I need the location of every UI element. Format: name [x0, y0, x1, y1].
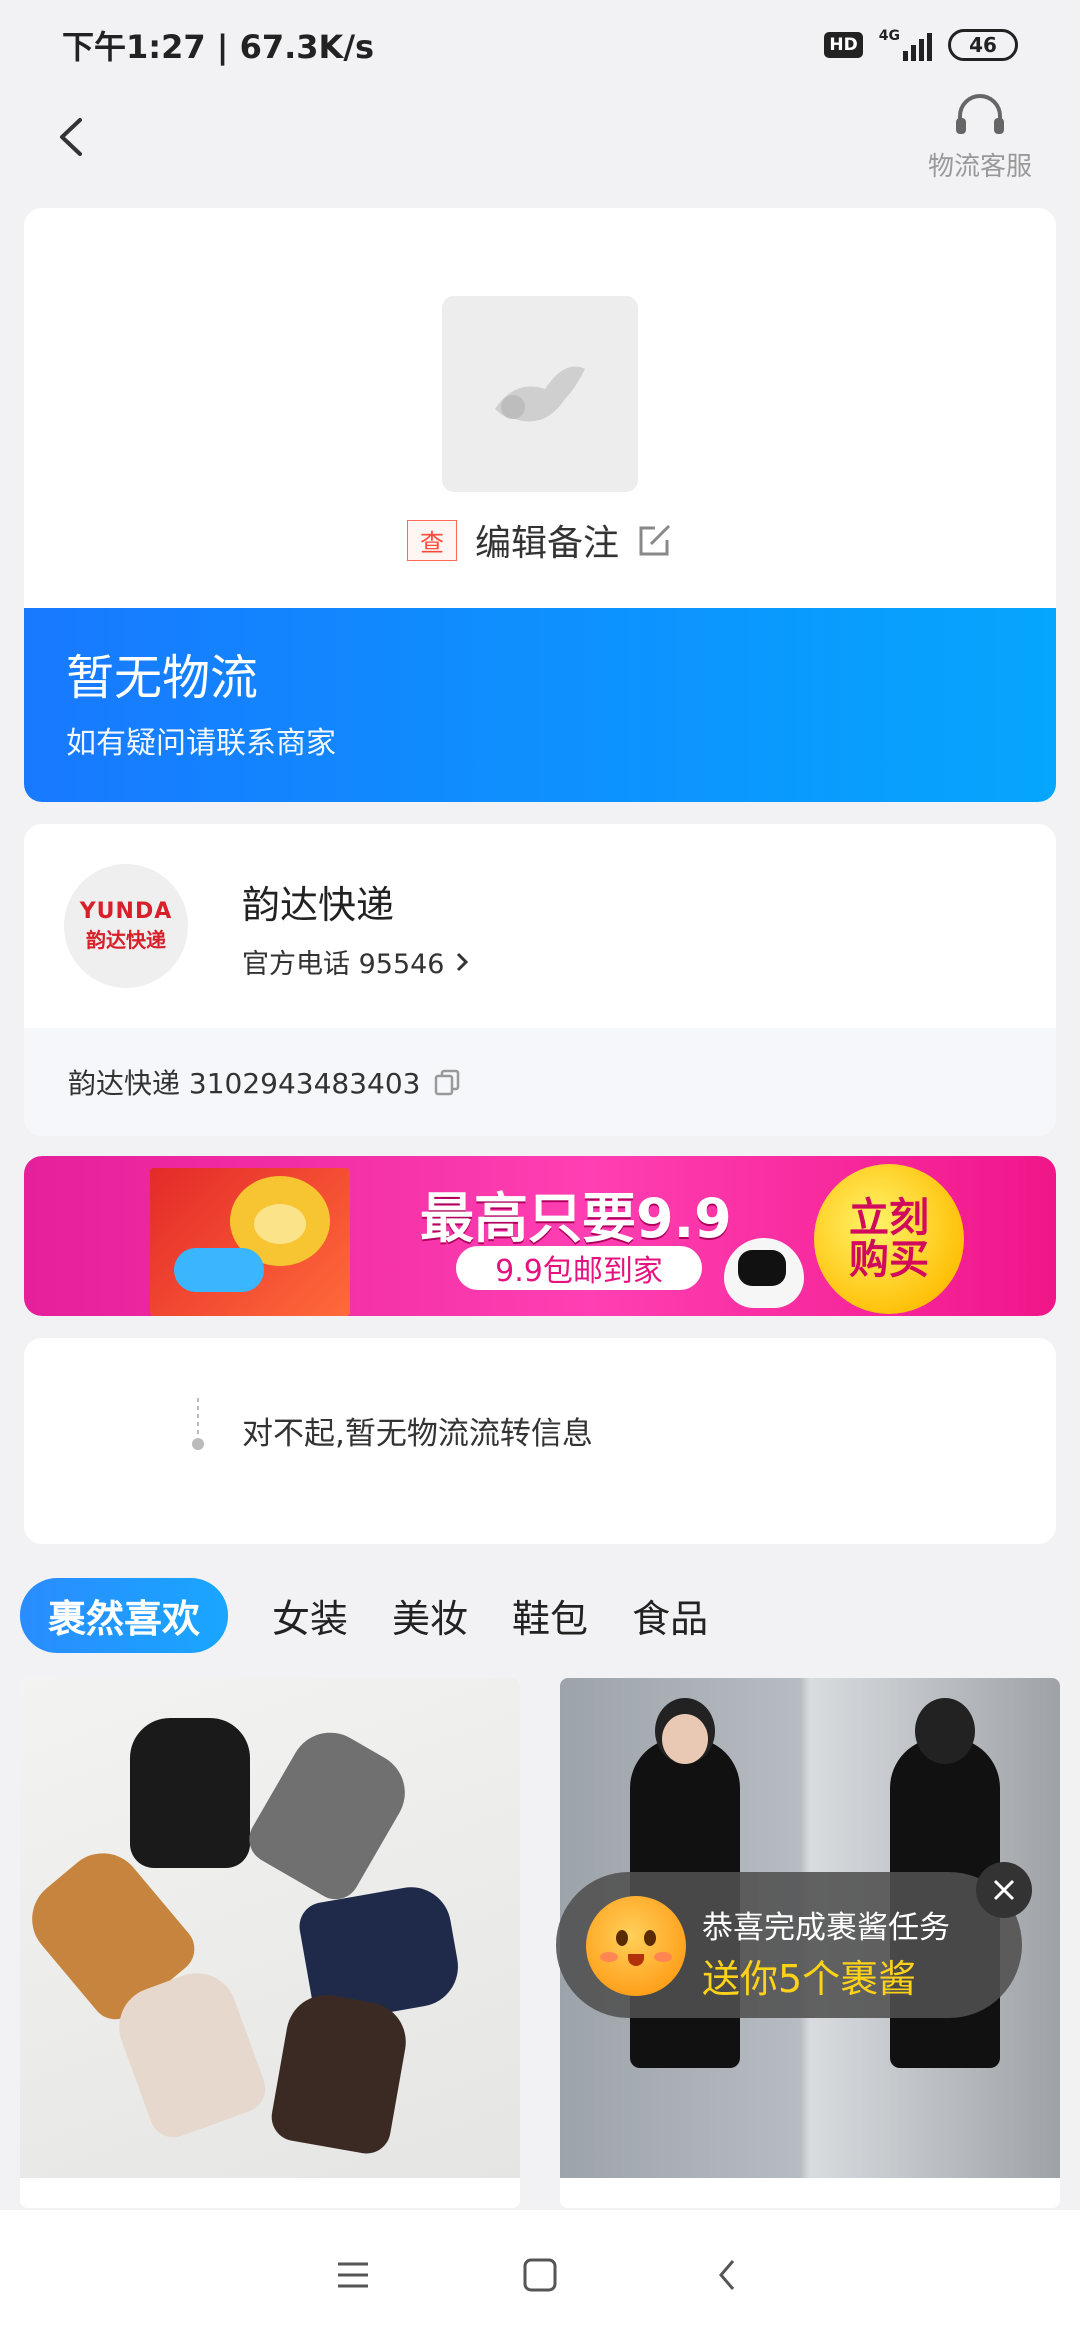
smiley-eye [616, 1930, 628, 1946]
home-button[interactable] [510, 2245, 570, 2305]
timeline-dot-icon [192, 1398, 204, 1450]
back-icon [718, 2260, 734, 2290]
promo-mascot [724, 1238, 804, 1308]
logistics-status-banner: 暂无物流 如有疑问请联系商家 [24, 608, 1056, 802]
header: 物流客服 [0, 90, 1080, 200]
courier-logo: YUNDA 韵达快递 [64, 864, 188, 988]
copy-icon[interactable] [433, 1068, 461, 1096]
menu-button[interactable] [323, 2245, 383, 2305]
promo-buy-label: 立刻购买 [849, 1195, 929, 1283]
back-button[interactable] [48, 112, 98, 162]
logistics-status-subtitle: 如有疑问请联系商家 [66, 725, 336, 761]
menu-icon [338, 2262, 369, 2288]
boot-brown [267, 1988, 413, 2158]
courier-name: 韵达快递 [242, 883, 395, 927]
smiley-mouth [628, 1954, 644, 1966]
promo-subtitle-pill: 9.9包邮到家 [456, 1246, 702, 1290]
toast-close-button[interactable] [976, 1862, 1032, 1918]
category-tabs: 裹然喜欢 女装 美妆 鞋包 食品 [20, 1577, 708, 1653]
promo-headline: 最高只要9.9 [420, 1187, 732, 1250]
signal-bar [903, 51, 908, 61]
placeholder-bird-icon [495, 366, 585, 422]
model-face [662, 1714, 708, 1764]
signal-bar [927, 33, 932, 61]
signal-bar [919, 39, 924, 61]
edit-icon[interactable] [637, 522, 673, 558]
tracking-number-row: 韵达快递 3102943483403 [24, 1028, 1056, 1136]
courier-logo-cn: 韵达快递 [86, 928, 166, 952]
back-nav-button[interactable] [697, 2245, 757, 2305]
tracking-empty-message: 对不起,暂无物流流转信息 [242, 1416, 593, 1452]
product-image-boots [20, 1678, 520, 2178]
toast-reward: 送你5个裹酱 [702, 1957, 917, 2001]
tracking-info-card: 对不起,暂无物流流转信息 [24, 1338, 1056, 1544]
chevron-left-icon [60, 118, 82, 156]
check-tag: 查 [406, 519, 457, 561]
edit-note-label: 编辑备注 [474, 523, 619, 564]
promo-qq-logo [174, 1248, 264, 1292]
courier-logo-text: YUNDA [79, 899, 173, 924]
tab-women-clothing[interactable]: 女装 [272, 1578, 348, 1653]
customer-service-label: 物流客服 [927, 152, 1032, 182]
tab-recommended[interactable]: 裹然喜欢 [20, 1577, 229, 1653]
logistics-status-title: 暂无物流 [66, 650, 259, 706]
tracking-number: 韵达快递 3102943483403 [68, 1067, 421, 1100]
courier-phone-text: 官方电话 95546 [242, 949, 445, 980]
product-card[interactable] [20, 1678, 520, 2208]
edit-note-row[interactable]: 查 编辑备注 [24, 508, 1056, 572]
home-icon [523, 2258, 557, 2292]
hd-badge: HD [824, 32, 863, 58]
courier-card: YUNDA 韵达快递 韵达快递 官方电话 95546 韵达快递 31029434… [24, 824, 1056, 1136]
smiley-eye [644, 1930, 656, 1946]
status-icons: HD 4G 46 [824, 29, 1018, 61]
tab-shoes-bags[interactable]: 鞋包 [512, 1578, 588, 1653]
signal-bar [911, 45, 916, 61]
network-label: 4G [878, 28, 900, 44]
model-back-head [915, 1698, 975, 1764]
close-icon [993, 1879, 1015, 1901]
system-nav-bar [0, 2210, 1080, 2340]
boot-black [130, 1718, 250, 1868]
status-bar: 下午1:27 | 67.3K/s HD 4G 46 [0, 0, 1080, 90]
chevron-right-icon [457, 952, 469, 971]
smiley-face-icon [586, 1896, 686, 1996]
product-thumbnail[interactable] [442, 296, 638, 492]
headset-icon [956, 94, 1004, 134]
reward-toast: 恭喜完成裹酱任务 送你5个裹酱 [556, 1872, 1022, 2018]
courier-phone-link[interactable]: 官方电话 95546 [242, 942, 472, 981]
customer-service-button[interactable]: 物流客服 [920, 90, 1040, 185]
battery-indicator: 46 [948, 29, 1018, 61]
order-card: 查 编辑备注 暂无物流 如有疑问请联系商家 [24, 208, 1056, 802]
toast-title: 恭喜完成裹酱任务 [702, 1910, 950, 1946]
tab-beauty[interactable]: 美妆 [392, 1578, 468, 1653]
status-time: 下午1:27 | 67.3K/s [62, 28, 375, 66]
smiley-cheek [654, 1952, 672, 1962]
boot-grey [240, 1718, 420, 1908]
smiley-cheek [600, 1952, 618, 1962]
signal-icon: 4G [879, 29, 932, 61]
promo-banner[interactable]: 最高只要9.9 9.9包邮到家 立刻购买 [24, 1156, 1056, 1316]
tab-food[interactable]: 食品 [632, 1578, 708, 1653]
promo-buy-button[interactable]: 立刻购买 [814, 1164, 964, 1314]
